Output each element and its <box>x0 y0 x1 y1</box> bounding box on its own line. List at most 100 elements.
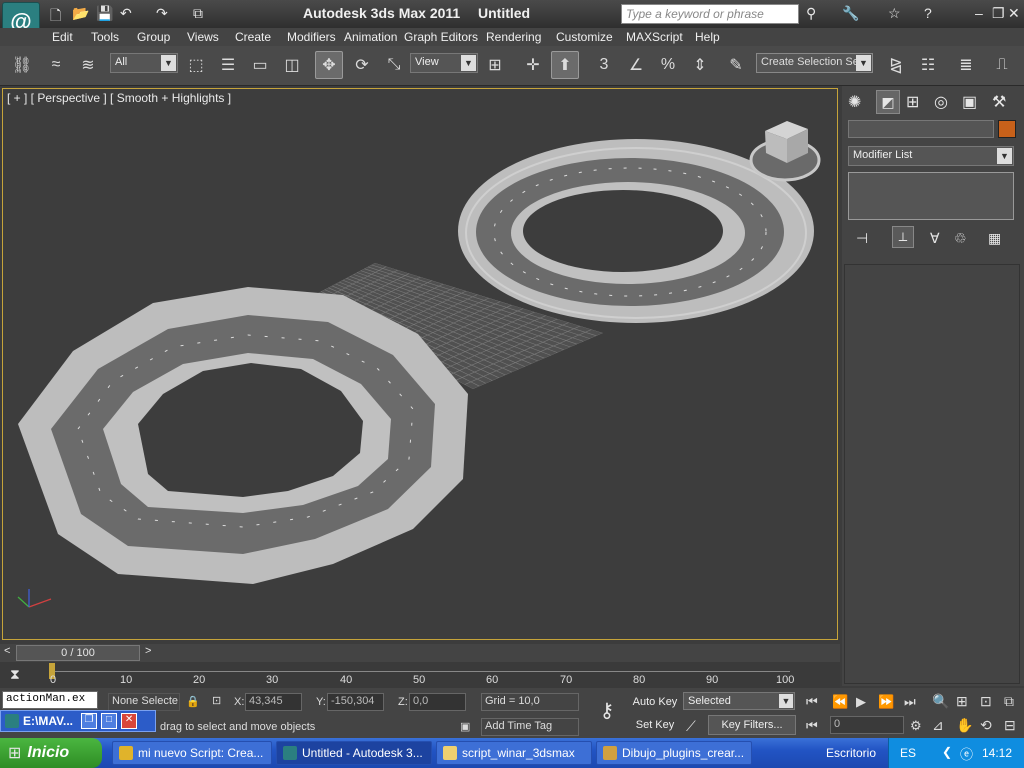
key-filters-button[interactable]: Key Filters... <box>708 715 796 735</box>
binoculars-icon[interactable]: ⚲ <box>806 5 816 22</box>
unlink-icon[interactable]: ≈ <box>42 51 70 79</box>
key-mode-toggle-icon[interactable]: ⏮ <box>806 718 818 734</box>
mirror-icon[interactable]: ⧎ <box>882 51 910 79</box>
select-object-icon[interactable]: ⬚ <box>182 51 210 79</box>
undo-icon[interactable]: ↶ <box>120 5 132 22</box>
select-by-name-icon[interactable]: ☰ <box>214 51 242 79</box>
close-icon[interactable]: ✕ <box>1008 5 1020 22</box>
previous-frame-icon[interactable]: ⏪ <box>832 694 848 710</box>
link-icon[interactable]: ⛓ <box>8 51 36 79</box>
track-bar[interactable]: ⧗ 0 10 20 30 40 50 60 70 80 90 100 <box>0 662 840 688</box>
search-input[interactable]: Type a keyword or phrase <box>621 4 799 24</box>
modifier-list-select[interactable]: Modifier List ▼ <box>848 146 1014 166</box>
next-frame-icon[interactable]: ⏩ <box>878 694 894 710</box>
mini-maxscript-window[interactable]: E:\MAV... ❐ □ ✕ <box>0 710 156 732</box>
time-configuration-icon[interactable]: ⚙ <box>910 718 922 734</box>
create-tab-icon[interactable]: ✺ <box>848 92 861 112</box>
reference-coord-select[interactable]: View ▼ <box>410 53 478 73</box>
modifier-stack-list[interactable] <box>848 172 1014 220</box>
open-file-icon[interactable]: 📂 <box>72 5 89 22</box>
minimize-icon[interactable]: – <box>975 5 983 21</box>
project-folder-icon[interactable]: ⧉ <box>193 5 203 22</box>
layer-manager-icon[interactable]: ≣ <box>952 51 980 79</box>
edit-named-selection-icon[interactable]: ✎ <box>722 51 750 79</box>
rectangular-selection-icon[interactable]: ▭ <box>246 51 274 79</box>
current-frame-field[interactable]: 0 <box>830 716 904 734</box>
zoom-icon[interactable]: 🔍 <box>932 693 949 710</box>
maximize-icon[interactable]: □ <box>101 713 118 729</box>
named-selection-set-input[interactable]: Create Selection Se ▼ <box>756 53 873 73</box>
redo-icon[interactable]: ↷ <box>156 5 168 22</box>
modify-tab-icon[interactable]: ◩ <box>876 90 900 114</box>
hierarchy-tab-icon[interactable]: ⊞ <box>906 92 919 112</box>
time-tag-icon[interactable]: ▣ <box>460 720 470 733</box>
show-end-result-icon[interactable]: ⟂ <box>892 226 914 248</box>
maxscript-listener-input[interactable]: actionMan.ex <box>2 691 98 709</box>
zoom-extents-all-icon[interactable]: ⧉ <box>1004 693 1014 710</box>
display-tab-icon[interactable]: ▣ <box>962 92 977 112</box>
tray-arrow-icon[interactable]: ❮ <box>942 745 952 759</box>
menu-item[interactable]: Create <box>235 30 271 44</box>
angle-snap-icon[interactable]: ∠ <box>622 51 650 79</box>
play-icon[interactable]: ▶ <box>856 694 866 710</box>
go-to-end-icon[interactable]: ⏭ <box>904 694 916 710</box>
graphite-toolbar-icon[interactable]: ⎍ <box>988 51 1016 79</box>
add-time-tag[interactable]: Add Time Tag <box>481 718 579 736</box>
object-color-swatch[interactable] <box>998 120 1016 138</box>
remove-modifier-icon[interactable]: ♲ <box>954 230 967 247</box>
zoom-extents-icon[interactable]: ⊡ <box>980 693 992 710</box>
restore-icon[interactable]: ❐ <box>81 713 98 729</box>
mini-curve-editor-icon[interactable]: ⧗ <box>10 666 20 683</box>
restore-icon[interactable]: ❐ <box>992 5 1005 22</box>
align-icon[interactable]: ☷ <box>914 51 942 79</box>
menu-item[interactable]: Tools <box>91 30 119 44</box>
perspective-viewport[interactable]: [ + ] [ Perspective ] [ Smooth + Highlig… <box>2 88 838 640</box>
tools-icon[interactable]: 🔧 <box>842 5 859 22</box>
menu-item[interactable]: Modifiers <box>287 30 336 44</box>
key-mode-icon[interactable]: ⚷ <box>588 698 626 730</box>
menu-item[interactable]: Graph Editors <box>404 30 478 44</box>
spinner-snap-icon[interactable]: ⇕ <box>686 51 714 79</box>
maximize-viewport-icon[interactable]: ⊟ <box>1004 717 1016 734</box>
zoom-all-icon[interactable]: ⊞ <box>956 693 968 710</box>
taskbar-item-active[interactable]: Untitled - Autodesk 3... <box>276 741 432 765</box>
selection-filter-select[interactable]: All ▼ <box>110 53 178 73</box>
pivot-center-icon[interactable]: ⊞ <box>481 51 509 79</box>
z-coordinate-field[interactable]: 0,0 <box>409 693 466 711</box>
menu-item[interactable]: Group <box>137 30 170 44</box>
select-and-rotate-icon[interactable]: ⟳ <box>348 51 376 79</box>
motion-tab-icon[interactable]: ◎ <box>934 92 948 112</box>
menu-item[interactable]: MAXScript <box>626 30 683 44</box>
y-coordinate-field[interactable]: -150,304 <box>327 693 384 711</box>
x-coordinate-field[interactable]: 43,345 <box>245 693 302 711</box>
select-and-scale-icon[interactable]: ⤡ <box>380 51 408 79</box>
viewcube[interactable] <box>749 121 821 182</box>
configure-sets-icon[interactable]: ▦ <box>988 230 1001 247</box>
taskbar-item[interactable]: Dibujo_plugins_crear... <box>596 741 752 765</box>
utilities-tab-icon[interactable]: ⚒ <box>992 92 1006 112</box>
close-icon[interactable]: ✕ <box>121 713 138 729</box>
key-tangent-icon[interactable]: ⟋ <box>686 718 696 735</box>
start-button[interactable]: ⊞ Inicio <box>0 738 102 768</box>
snaps-toggle-icon[interactable]: 3 <box>590 51 618 79</box>
save-icon[interactable]: 💾 <box>96 5 113 22</box>
keyboard-shortcut-override-icon[interactable]: ⬆ <box>551 51 579 79</box>
left-track-ring[interactable] <box>18 287 468 584</box>
pan-view-icon[interactable]: ✋ <box>956 717 973 734</box>
go-to-start-icon[interactable]: ⏮ <box>806 694 818 710</box>
menu-item[interactable]: Animation <box>344 30 397 44</box>
window-crossing-icon[interactable]: ◫ <box>278 51 306 79</box>
taskbar-item[interactable]: script_winar_3dsmax <box>436 741 592 765</box>
time-slider-thumb[interactable]: 0 / 100 <box>16 645 140 661</box>
menu-item[interactable]: Rendering <box>486 30 541 44</box>
set-key-button[interactable]: Set Key <box>630 715 680 735</box>
help-icon[interactable]: ? <box>924 5 932 21</box>
menu-item[interactable]: Customize <box>556 30 613 44</box>
menu-item[interactable]: Edit <box>52 30 73 44</box>
pin-stack-icon[interactable]: ⊣ <box>856 230 868 247</box>
taskbar-item[interactable]: mi nuevo Script: Crea... <box>112 741 272 765</box>
orbit-icon[interactable]: ⟲ <box>980 717 992 734</box>
menu-item[interactable]: Views <box>187 30 219 44</box>
ie-tray-icon[interactable]: ⓔ <box>960 744 973 763</box>
make-unique-icon[interactable]: ∀ <box>930 230 940 247</box>
